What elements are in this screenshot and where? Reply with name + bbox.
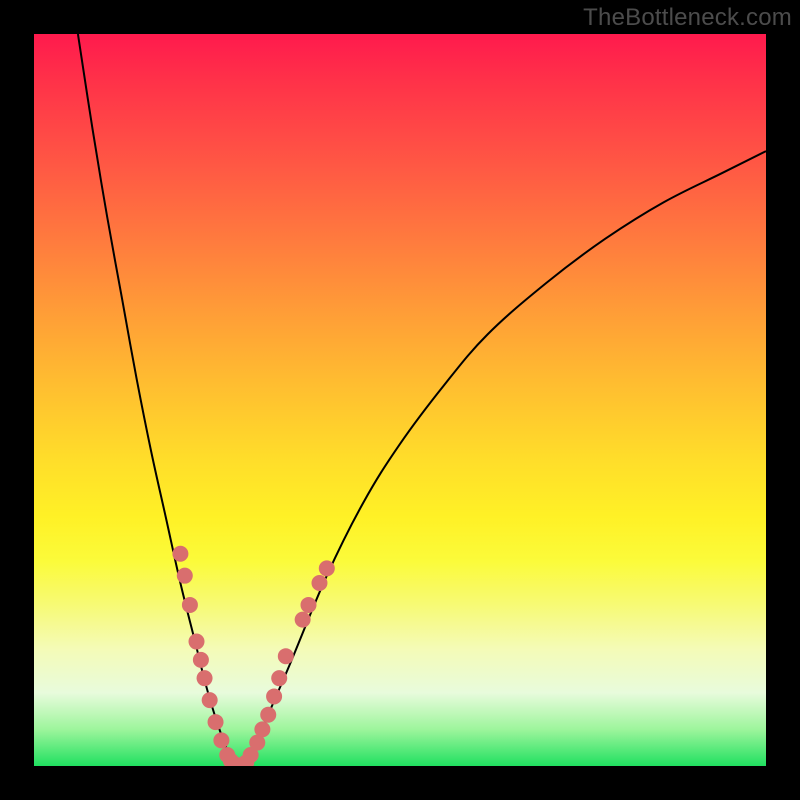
curve-right-branch: [239, 151, 766, 766]
data-point: [213, 732, 229, 748]
curve-layer: [78, 34, 766, 766]
chart-svg: [34, 34, 766, 766]
data-point: [177, 568, 193, 584]
data-point: [193, 652, 209, 668]
curve-left-branch: [78, 34, 239, 766]
chart-frame: TheBottleneck.com: [0, 0, 800, 800]
watermark-text: TheBottleneck.com: [583, 4, 792, 32]
data-point: [254, 721, 270, 737]
data-point: [311, 575, 327, 591]
data-point: [172, 546, 188, 562]
data-point: [189, 634, 205, 650]
data-point: [182, 597, 198, 613]
data-point: [266, 688, 282, 704]
data-point: [197, 670, 213, 686]
data-point: [295, 612, 311, 628]
data-point: [208, 714, 224, 730]
data-point: [271, 670, 287, 686]
data-point: [278, 648, 294, 664]
marker-layer: [172, 546, 334, 766]
plot-area: [34, 34, 766, 766]
data-point: [301, 597, 317, 613]
data-point: [202, 692, 218, 708]
data-point: [319, 560, 335, 576]
data-point: [260, 707, 276, 723]
